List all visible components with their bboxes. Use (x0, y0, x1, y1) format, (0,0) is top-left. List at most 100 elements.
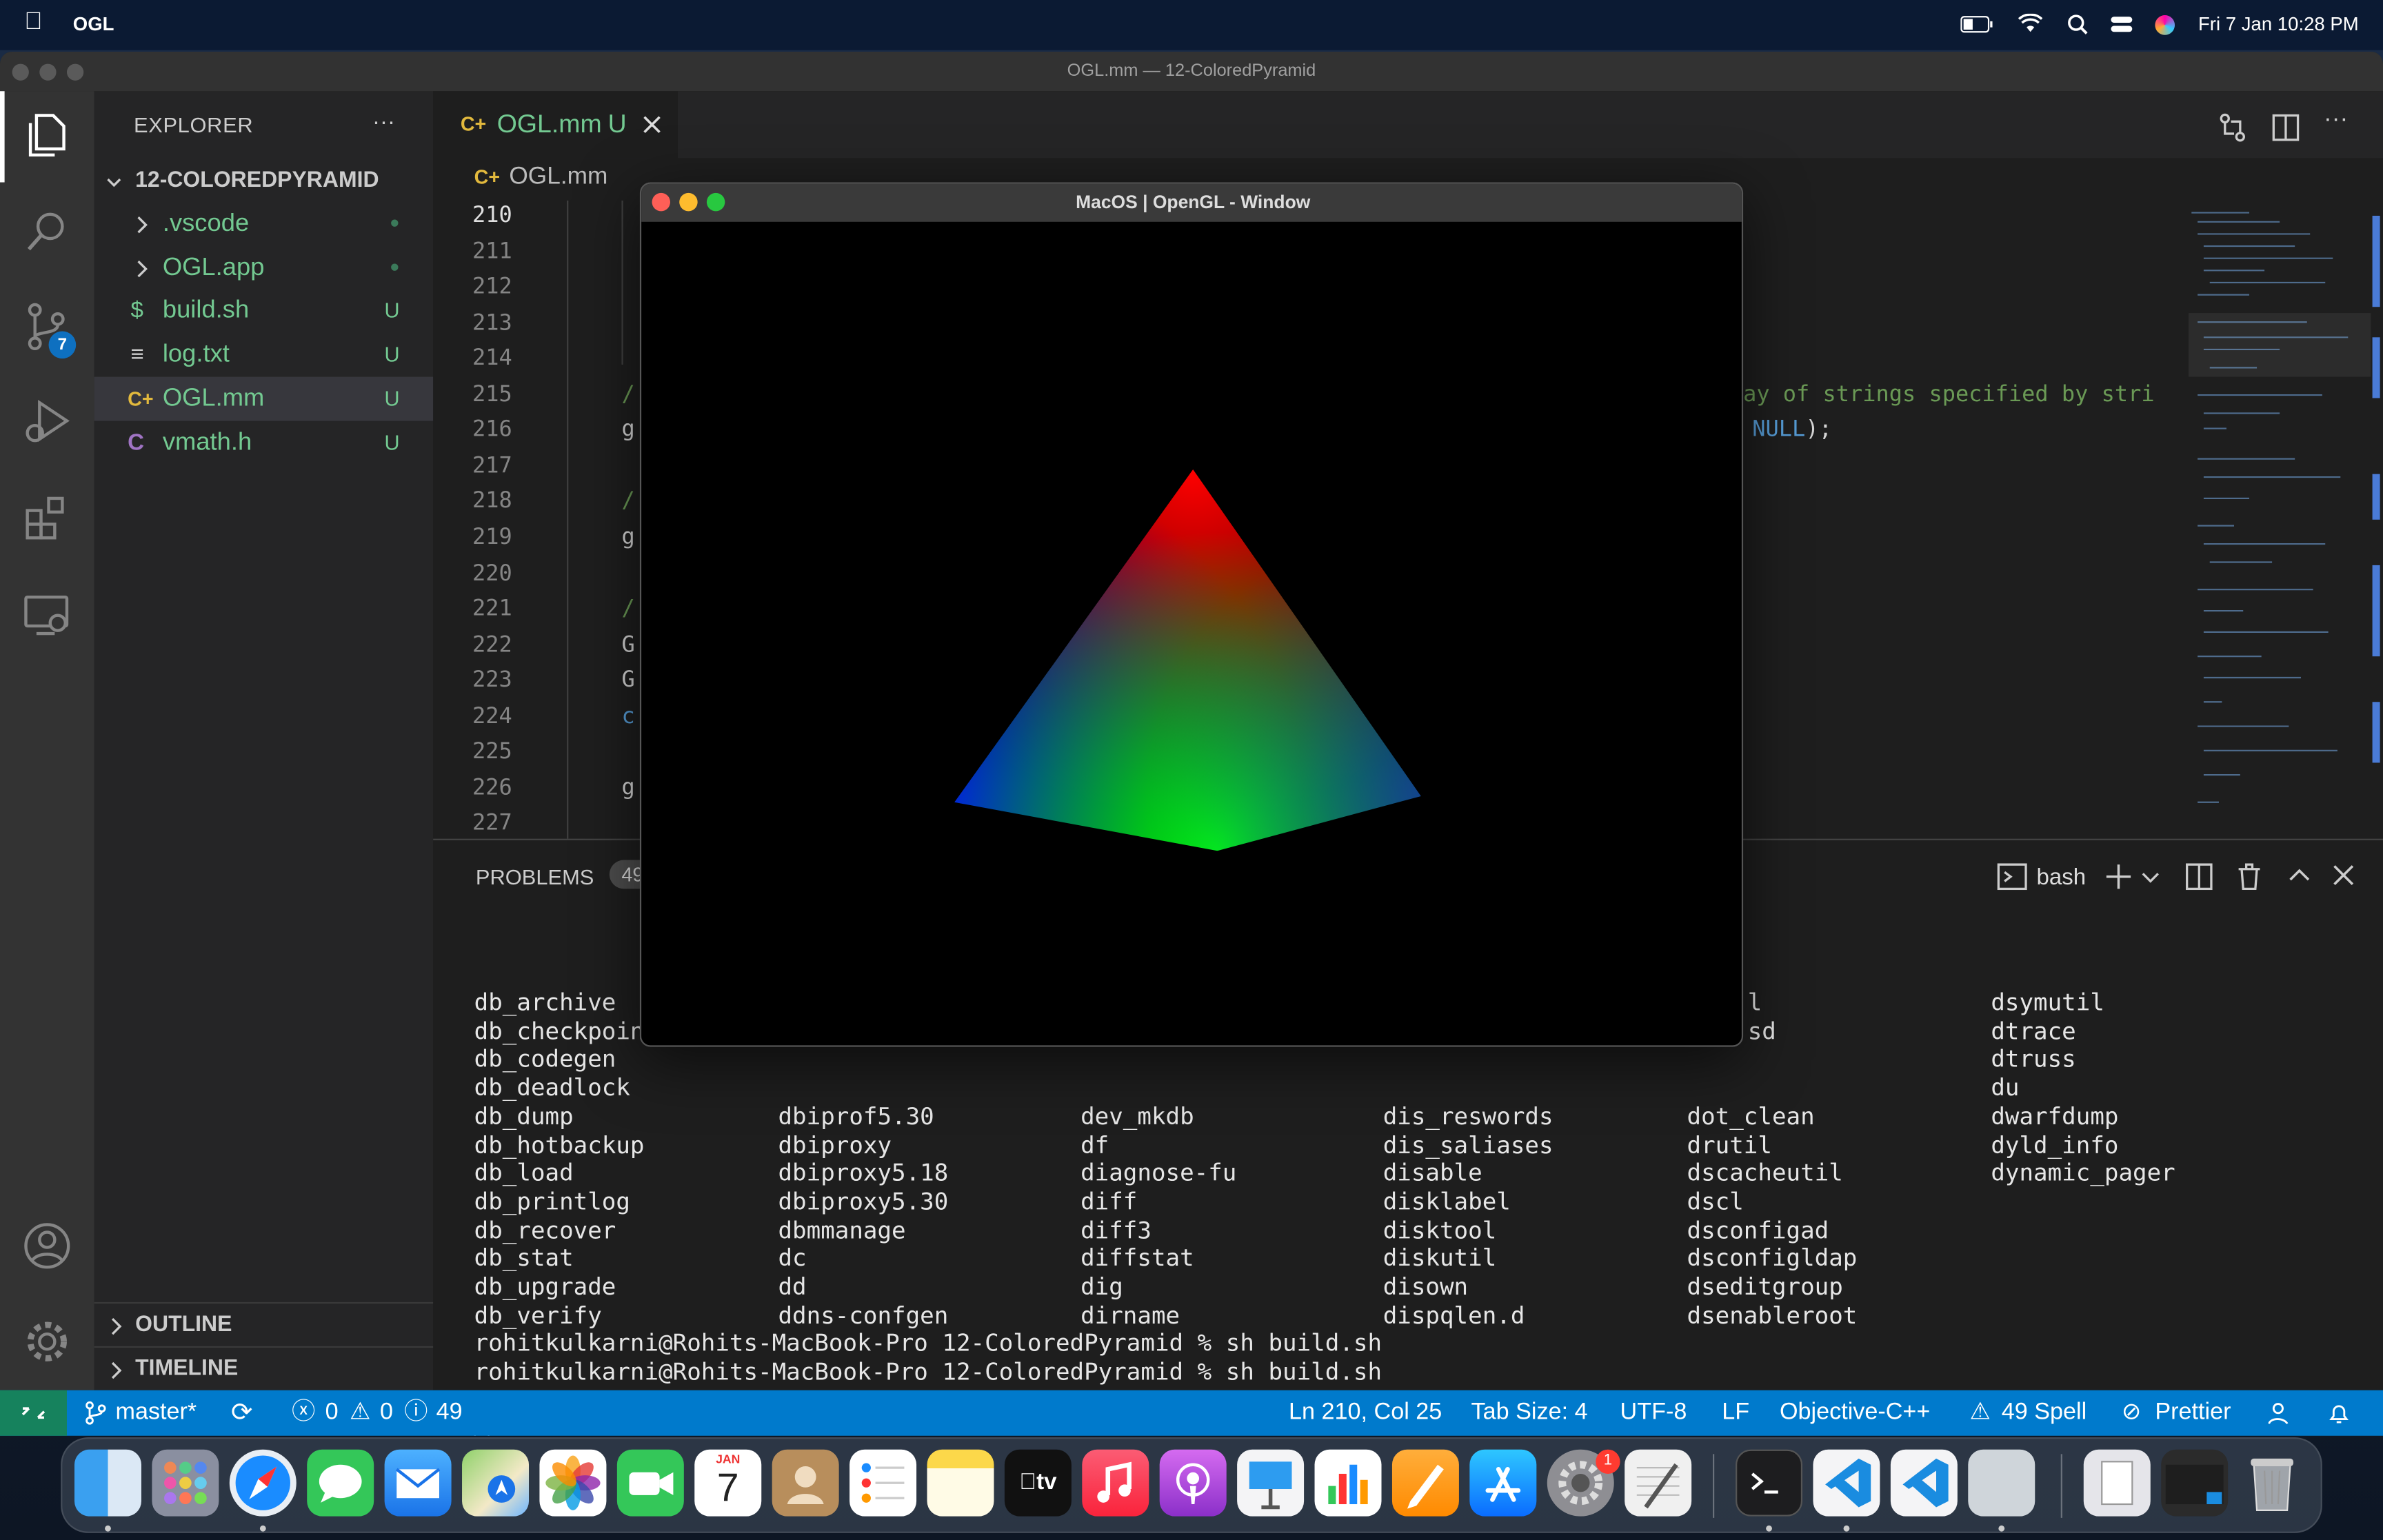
tab-ogl-mm[interactable]: C+ OGL.mm U (433, 91, 678, 159)
control-center-icon[interactable] (2109, 14, 2133, 35)
photos-icon[interactable] (539, 1449, 607, 1517)
outline-section[interactable]: OUTLINE (94, 1304, 434, 1348)
git-branch[interactable]: master* (116, 1390, 197, 1436)
tab-size[interactable]: Tab Size: 4 (1471, 1390, 1588, 1436)
prettier-status[interactable]: Prettier (2155, 1390, 2231, 1436)
prettier-icon[interactable]: ⊘ (2122, 1390, 2142, 1436)
editor-more-icon[interactable]: ··· (2324, 106, 2348, 134)
recent-window-thumbnail[interactable] (2161, 1449, 2229, 1517)
info-count[interactable]: 49 (436, 1390, 463, 1436)
spell-status[interactable]: 49 Spell (2002, 1390, 2087, 1436)
gl-close-button[interactable] (652, 192, 670, 212)
notifications-bell-icon[interactable] (2326, 1401, 2351, 1425)
extensions-icon[interactable] (21, 492, 73, 544)
trash-icon[interactable] (2234, 862, 2264, 892)
reminders-icon[interactable] (849, 1449, 917, 1517)
line-number: 214 (472, 346, 512, 372)
encoding[interactable]: UTF-8 (1620, 1390, 1687, 1436)
battery-icon[interactable] (1960, 14, 1993, 35)
tree-item-build-sh[interactable]: $ build.sh U (94, 289, 434, 333)
line-number: 213 (472, 311, 512, 336)
documents-folder-icon[interactable] (2083, 1449, 2151, 1517)
chevron-up-icon[interactable] (2287, 864, 2311, 886)
tree-item-log-txt[interactable]: ≡ log.txt U (94, 333, 434, 377)
gl-minimize-button[interactable] (679, 192, 698, 212)
explorer-icon[interactable] (21, 110, 73, 161)
script-editor-icon[interactable] (1625, 1449, 1692, 1517)
project-folder[interactable]: 12-COLOREDPYRAMID (94, 159, 434, 203)
overview-ruler[interactable] (2372, 201, 2383, 839)
messages-icon[interactable] (307, 1449, 374, 1517)
siri-icon[interactable] (2155, 15, 2175, 35)
close-panel-icon[interactable] (2333, 864, 2354, 886)
facetime-icon[interactable] (616, 1449, 684, 1517)
warnings-count[interactable]: 0 (380, 1390, 393, 1436)
warnings-icon[interactable]: ⚠ (350, 1390, 371, 1436)
line-number: 215 (472, 382, 512, 407)
pages-icon[interactable] (1391, 1449, 1459, 1517)
chevron-down-icon[interactable] (2142, 871, 2160, 886)
search-icon[interactable] (21, 205, 73, 257)
trash-icon[interactable] (2239, 1450, 2306, 1517)
split-terminal-icon[interactable] (2184, 862, 2214, 892)
tab-problems[interactable]: PROBLEMS (476, 864, 594, 889)
apple-tv-icon[interactable]: tv (1004, 1449, 1072, 1517)
opengl-canvas[interactable] (641, 222, 1743, 1047)
spotlight-icon[interactable] (2067, 14, 2091, 35)
music-icon[interactable] (1082, 1449, 1149, 1517)
contacts-icon[interactable] (772, 1449, 839, 1517)
terminal-line: db_hotbackup (474, 1131, 645, 1159)
wifi-icon[interactable] (2018, 13, 2043, 35)
tree-item-ogl-mm[interactable]: C+ OGL.mm U (94, 376, 434, 421)
podcasts-icon[interactable] (1159, 1449, 1227, 1517)
calendar-icon[interactable]: JAN 7 (694, 1449, 762, 1517)
app-store-icon[interactable] (1469, 1449, 1537, 1517)
app-menu-name[interactable]: OGL (73, 14, 114, 35)
vscode-insiders-app-icon[interactable] (1890, 1449, 1958, 1517)
terminal-line: dbmmanage (778, 1216, 906, 1244)
gl-zoom-button[interactable] (706, 192, 725, 212)
accounts-icon[interactable] (21, 1220, 73, 1272)
tree-item-vmath-h[interactable]: C vmath.h U (94, 421, 434, 465)
active-indicator (0, 91, 5, 183)
tree-item-ogl-app[interactable]: OGL.app ● (94, 246, 434, 290)
run-debug-icon[interactable] (21, 396, 73, 448)
feedback-icon[interactable] (2267, 1401, 2291, 1425)
tree-item-vscode[interactable]: .vscode ● (94, 202, 434, 246)
spell-warning-icon[interactable]: ⚠ (1969, 1390, 1991, 1436)
remote-explorer-icon[interactable] (21, 589, 73, 641)
terminal-app-icon[interactable] (1736, 1449, 1803, 1517)
numbers-icon[interactable] (1314, 1449, 1382, 1517)
notes-icon[interactable] (927, 1449, 994, 1517)
close-window-button[interactable] (12, 63, 29, 81)
cursor-position[interactable]: Ln 210, Col 25 (1289, 1390, 1442, 1436)
terminal-name[interactable]: bash (2036, 864, 2086, 890)
language-mode[interactable]: Objective-C++ (1780, 1390, 1930, 1436)
apple-icon[interactable]:  (24, 9, 42, 37)
close-tab-icon[interactable] (643, 116, 661, 134)
minimize-window-button[interactable] (39, 63, 57, 81)
new-terminal-icon[interactable] (2103, 862, 2133, 892)
errors-icon[interactable]: ⓧ (292, 1390, 315, 1436)
split-editor-icon[interactable] (2271, 112, 2301, 143)
remote-indicator[interactable] (0, 1390, 67, 1436)
keynote-icon[interactable] (1237, 1449, 1305, 1517)
timeline-section[interactable]: TIMELINE (94, 1348, 434, 1392)
ogl-app-icon[interactable] (1968, 1449, 2035, 1517)
launchpad-icon[interactable] (152, 1449, 219, 1517)
end-of-line[interactable]: LF (1722, 1390, 1749, 1436)
clock[interactable]: Fri 7 Jan 10:28 PM (2198, 14, 2359, 35)
finder-icon[interactable] (74, 1449, 141, 1517)
sync-icon[interactable]: ⟳ (231, 1390, 252, 1436)
safari-icon[interactable] (229, 1449, 296, 1517)
info-icon[interactable]: ⓘ (404, 1390, 428, 1436)
errors-count[interactable]: 0 (325, 1390, 339, 1436)
compare-changes-icon[interactable] (2218, 112, 2248, 143)
minimap[interactable] (2188, 201, 2371, 839)
mail-icon[interactable] (384, 1449, 452, 1517)
maps-icon[interactable] (462, 1449, 530, 1517)
manage-gear-icon[interactable] (21, 1316, 73, 1368)
vscode-app-icon[interactable] (1813, 1449, 1880, 1517)
zoom-window-button[interactable] (66, 63, 84, 81)
more-actions-icon[interactable]: ··· (372, 110, 395, 135)
